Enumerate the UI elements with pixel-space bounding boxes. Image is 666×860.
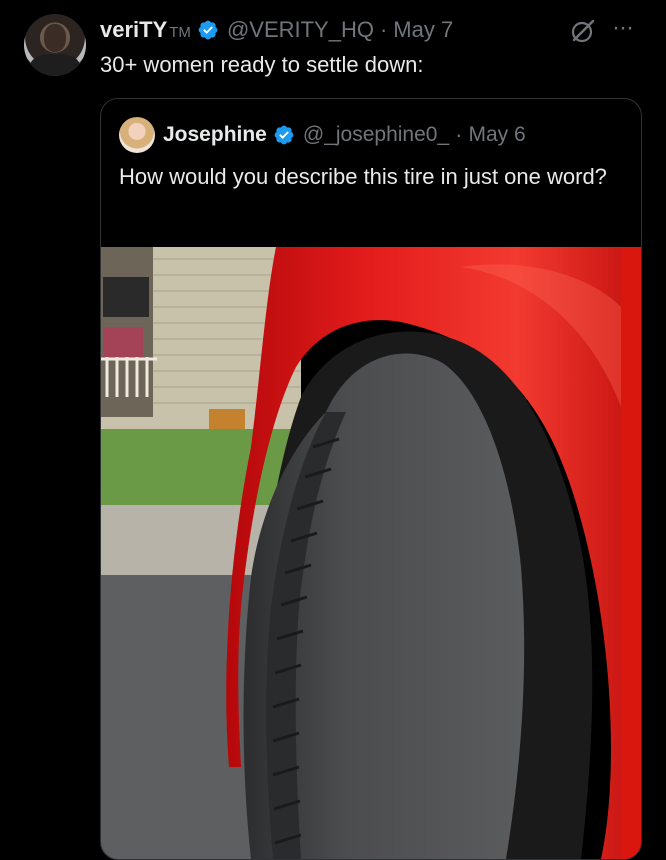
tire-photo[interactable] <box>101 247 641 859</box>
quoted-tweet-date[interactable]: May 6 <box>468 123 525 147</box>
tweet-text: 30+ women ready to settle down: <box>100 52 424 77</box>
grok-icon[interactable] <box>570 18 596 44</box>
quoted-tweet-header: Josephine @_josephine0_ · May 6 <box>163 117 526 153</box>
more-options-icon[interactable]: ··· <box>612 14 634 42</box>
separator-dot: · <box>455 122 463 147</box>
quoted-author-name[interactable]: Josephine <box>163 123 267 147</box>
avatar-shirt <box>30 54 80 76</box>
author-handle[interactable]: @VERITY_HQ <box>227 17 374 43</box>
author-name[interactable]: veriTY <box>100 17 167 43</box>
quoted-tweet-card[interactable]: Josephine @_josephine0_ · May 6 How woul… <box>100 98 642 860</box>
author-avatar[interactable] <box>24 14 86 76</box>
separator-dot: · <box>379 17 388 42</box>
avatar-face <box>44 24 66 52</box>
quoted-tweet-text: How would you describe this tire in just… <box>119 164 607 189</box>
tweet-header: veriTY TM @VERITY_HQ · May 7 <box>100 12 453 48</box>
quoted-author-avatar[interactable] <box>119 117 155 153</box>
tweet-date[interactable]: May 7 <box>393 17 453 43</box>
verified-badge-icon <box>274 125 294 145</box>
quoted-author-handle[interactable]: @_josephine0_ <box>303 123 449 147</box>
author-suffix: TM <box>169 23 191 41</box>
verified-badge-icon <box>198 20 218 40</box>
